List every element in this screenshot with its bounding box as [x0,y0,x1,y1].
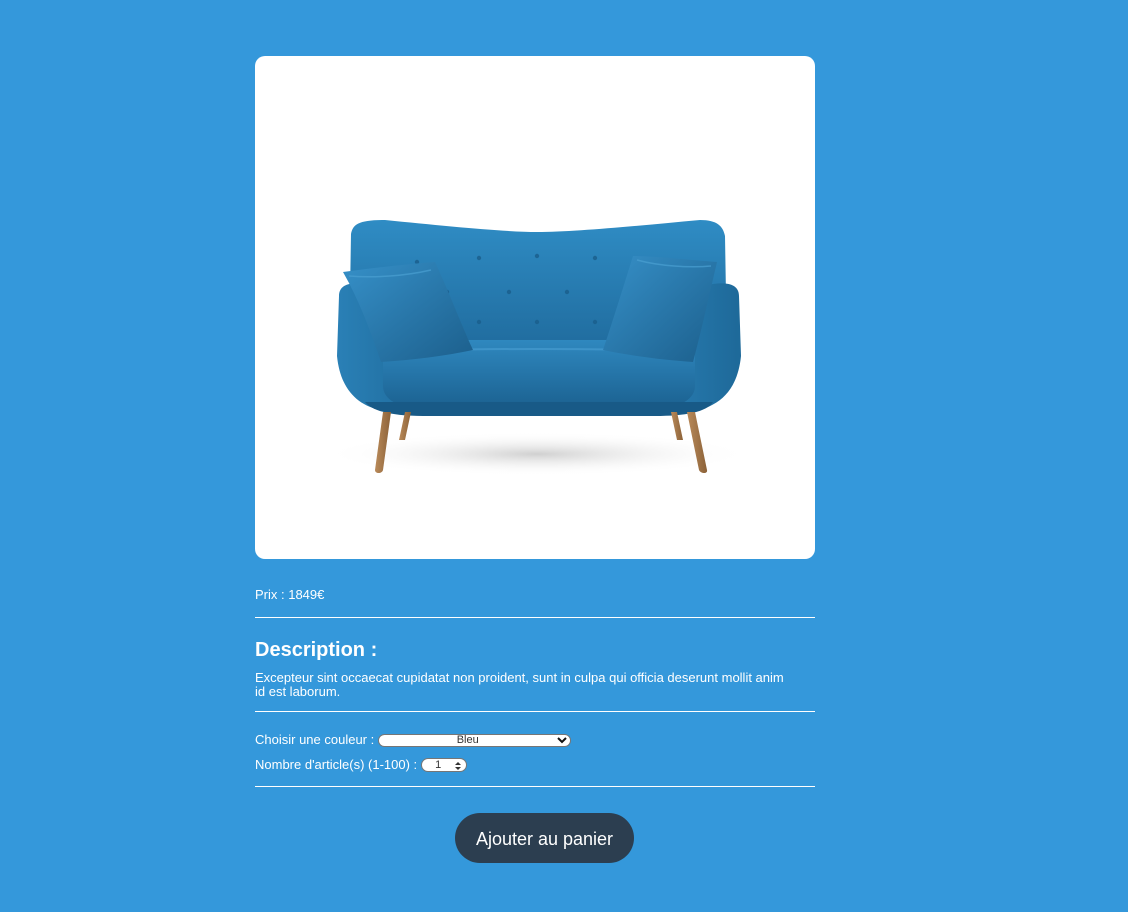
divider [255,786,815,787]
chevron-down-icon [557,735,567,746]
color-select[interactable]: Bleu [378,733,572,747]
add-to-cart-wrapper: Ajouter au panier [255,813,815,863]
product-image [255,56,815,559]
add-to-cart-button[interactable]: Ajouter au panier [455,813,634,863]
color-label: Choisir une couleur : [255,732,375,747]
divider [255,711,815,712]
quantity-label: Nombre d'article(s) (1-100) : [255,757,418,772]
price-label: Prix : 1849€ [255,587,325,602]
quantity-value: 1 [435,759,442,771]
color-option-row: Choisir une couleur : Bleu [255,732,815,748]
spin-arrows-icon[interactable] [454,760,462,770]
quantity-option-row: Nombre d'article(s) (1-100) : 1 [255,757,815,773]
product-section: Prix : 1849€ Description : Excepteur sin… [255,56,815,863]
color-select-value: Bleu [456,733,479,746]
divider [255,617,815,618]
options-section: Choisir une couleur : Bleu Nombre d'arti… [255,732,815,773]
quantity-stepper[interactable]: 1 [421,758,468,772]
sofa-illustration [322,220,752,476]
description-title: Description : [255,639,378,661]
description-text: Excepteur sint occaecat cupidatat non pr… [255,670,784,699]
